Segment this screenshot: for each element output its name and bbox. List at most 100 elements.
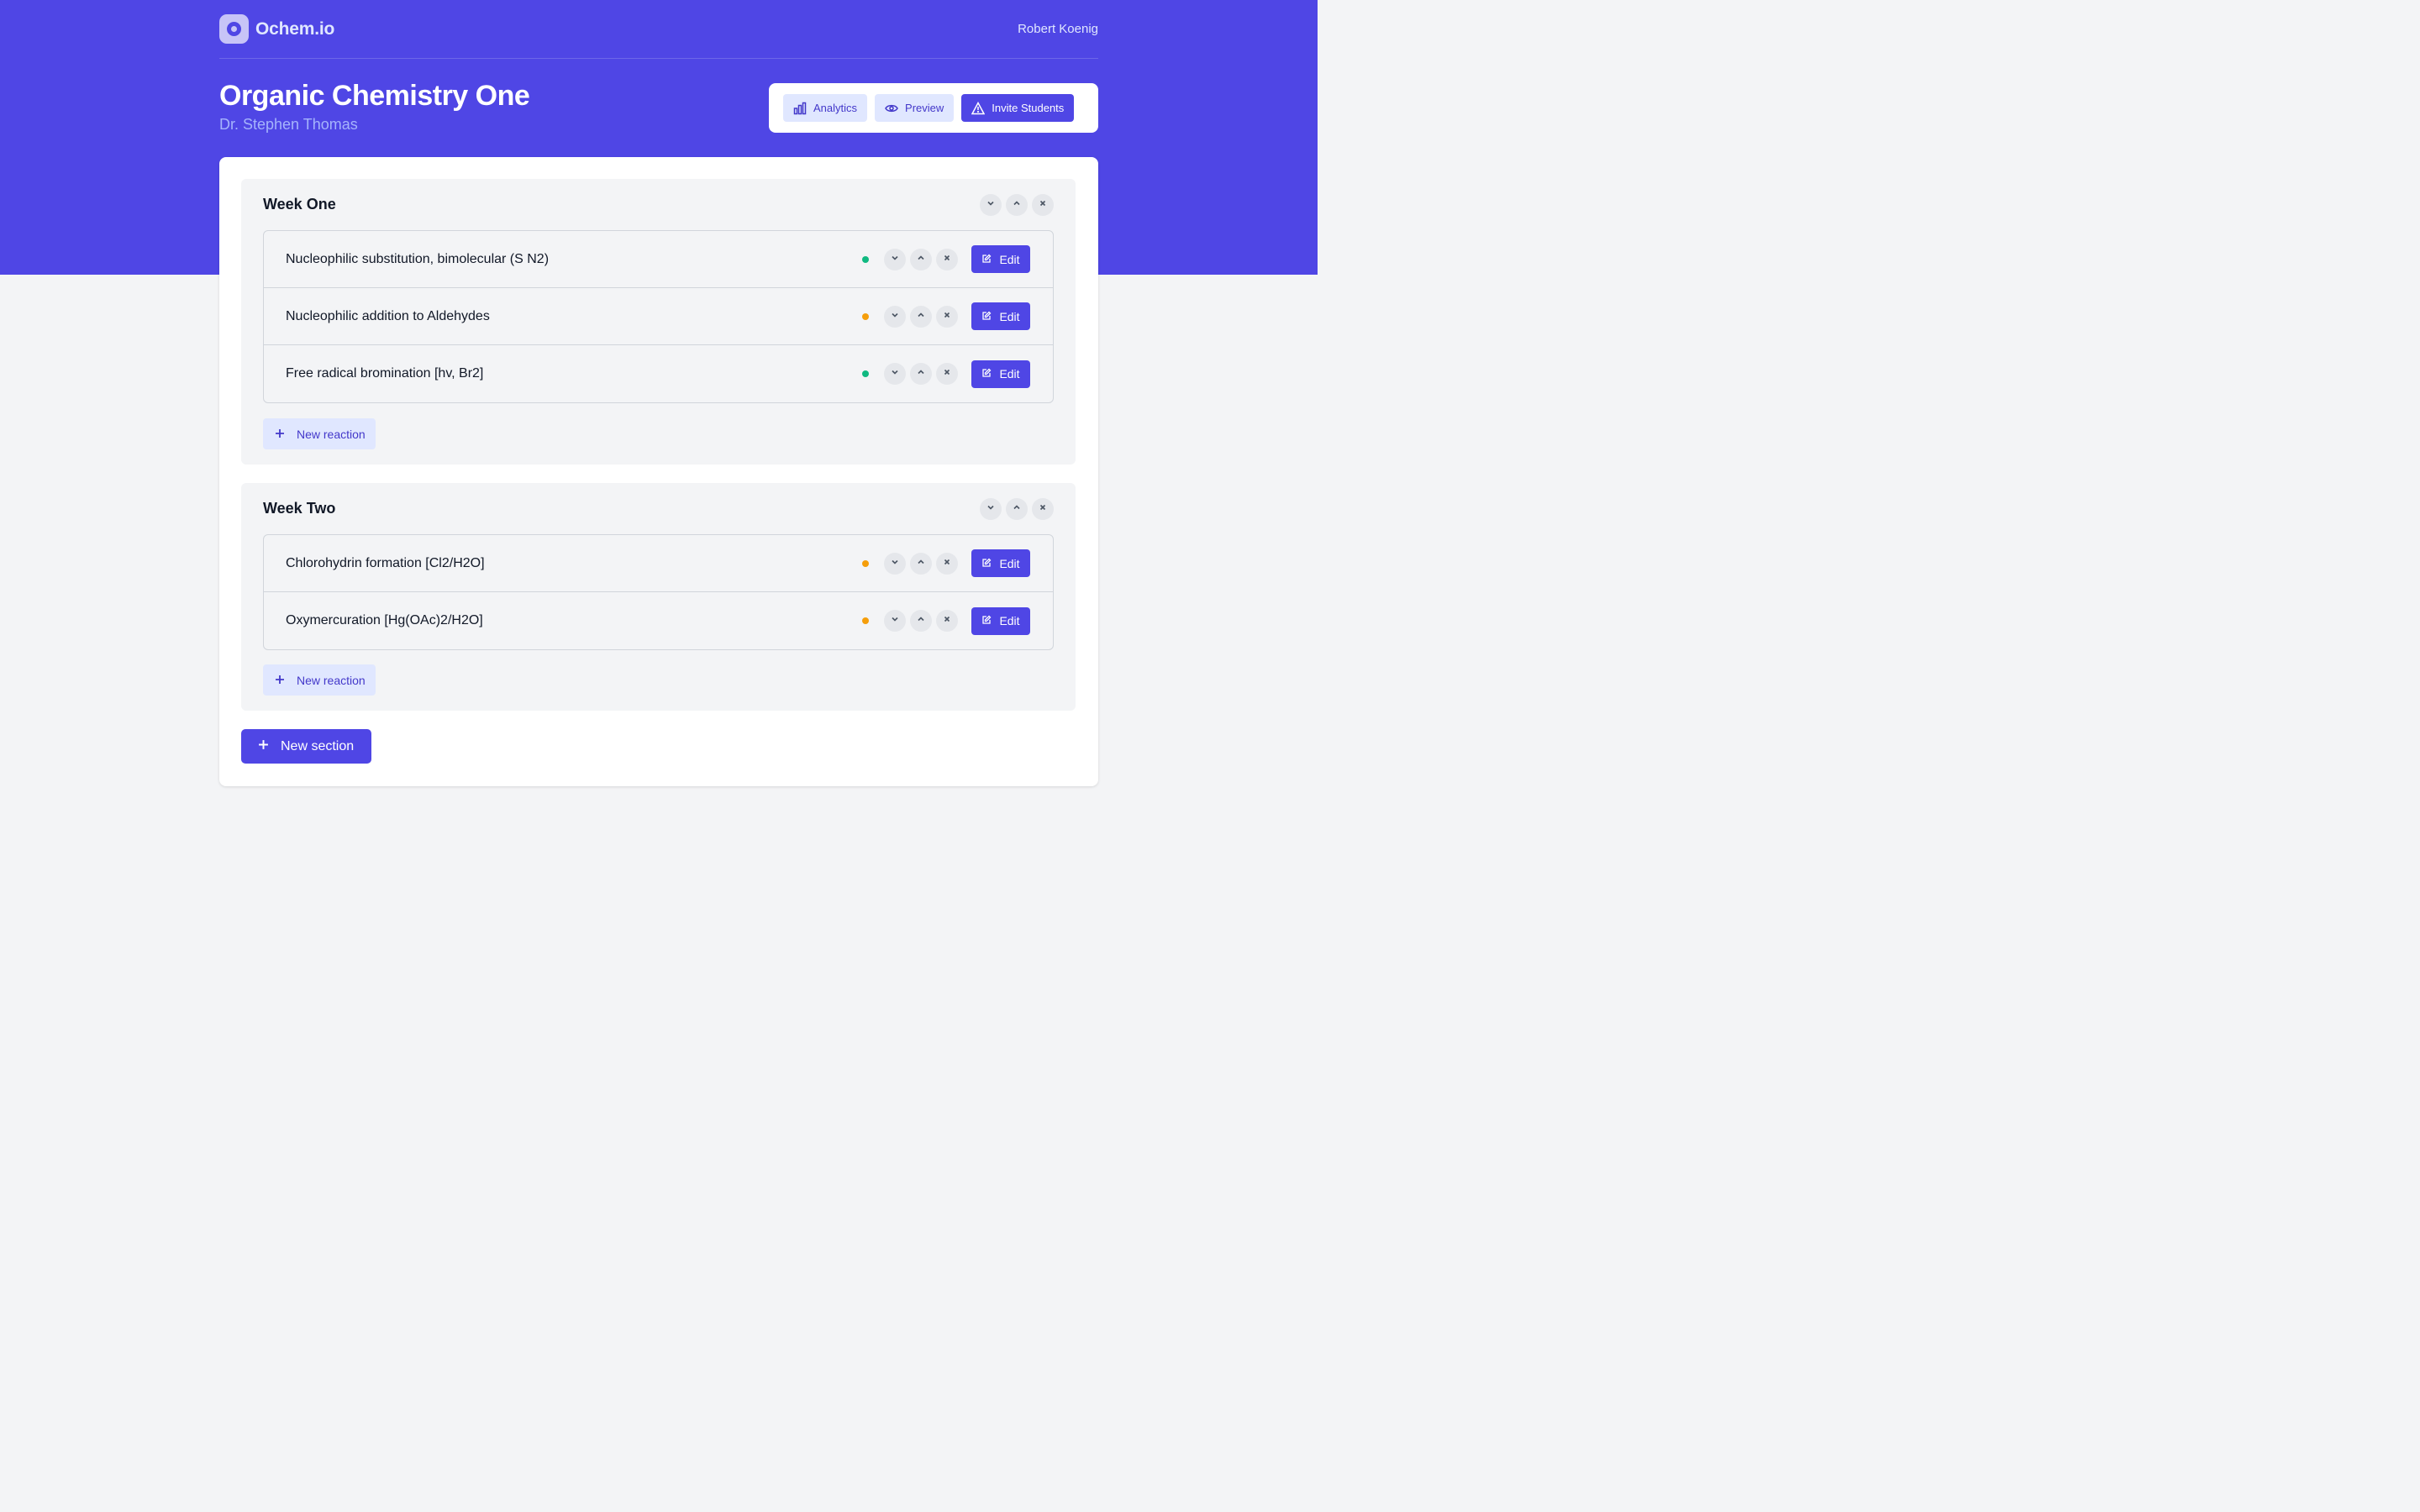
chevron-up-icon xyxy=(916,556,926,571)
close-icon xyxy=(942,556,952,571)
reaction-list: Nucleophilic substitution, bimolecular (… xyxy=(263,230,1054,403)
pencil-square-icon xyxy=(981,614,992,627)
edit-label: Edit xyxy=(999,556,1020,570)
plus-icon xyxy=(258,739,269,754)
edit-reaction-button[interactable]: Edit xyxy=(971,245,1030,273)
remove-section-button[interactable] xyxy=(1032,194,1054,216)
chevron-up-icon xyxy=(916,309,926,324)
reaction-name: Free radical bromination [hv, Br2] xyxy=(286,366,484,381)
chevron-down-icon xyxy=(986,501,996,517)
chevron-down-icon xyxy=(890,613,900,628)
reaction-row: Oxymercuration [Hg(OAc)2/H2O] Edit xyxy=(264,592,1053,649)
analytics-label: Analytics xyxy=(813,102,858,114)
edit-label: Edit xyxy=(999,309,1020,323)
new-section-button[interactable]: New section xyxy=(241,729,371,764)
move-section-up-button[interactable] xyxy=(1006,194,1028,216)
triangle-icon xyxy=(971,101,986,115)
close-icon xyxy=(1038,197,1048,213)
course-actions: Analytics Preview Invite Students xyxy=(769,83,1098,133)
remove-reaction-button[interactable] xyxy=(936,248,958,270)
remove-section-button[interactable] xyxy=(1032,498,1054,520)
reaction-name: Oxymercuration [Hg(OAc)2/H2O] xyxy=(286,613,483,627)
pencil-square-icon xyxy=(981,557,992,570)
logo-icon xyxy=(219,14,249,44)
chevron-up-icon xyxy=(1012,197,1022,213)
brand-name: Ochem.io xyxy=(255,18,335,39)
move-reaction-down-button[interactable] xyxy=(884,610,906,632)
move-section-down-button[interactable] xyxy=(980,498,1002,520)
new-reaction-label: New reaction xyxy=(297,427,366,441)
move-reaction-down-button[interactable] xyxy=(884,363,906,385)
status-dot xyxy=(862,370,869,377)
status-dot xyxy=(862,312,869,320)
new-reaction-button[interactable]: New reaction xyxy=(263,664,376,696)
edit-reaction-button[interactable]: Edit xyxy=(971,606,1030,635)
remove-reaction-button[interactable] xyxy=(936,363,958,385)
course-content-card: Week One Nucleophilic substitution, bimo… xyxy=(219,157,1098,786)
move-section-down-button[interactable] xyxy=(980,194,1002,216)
move-reaction-down-button[interactable] xyxy=(884,552,906,575)
reaction-row: Chlorohydrin formation [Cl2/H2O] Edit xyxy=(264,535,1053,592)
close-icon xyxy=(1038,501,1048,517)
chevron-down-icon xyxy=(890,252,900,267)
analytics-button[interactable]: Analytics xyxy=(783,94,868,122)
remove-reaction-button[interactable] xyxy=(936,610,958,632)
move-reaction-up-button[interactable] xyxy=(910,552,932,575)
remove-reaction-button[interactable] xyxy=(936,305,958,328)
edit-label: Edit xyxy=(999,367,1020,381)
close-icon xyxy=(942,366,952,381)
reaction-controls xyxy=(884,305,958,328)
reaction-name: Nucleophilic substitution, bimolecular (… xyxy=(286,251,550,266)
chevron-down-icon xyxy=(986,197,996,213)
move-reaction-up-button[interactable] xyxy=(910,610,932,632)
reaction-name: Chlorohydrin formation [Cl2/H2O] xyxy=(286,555,485,570)
new-section-label: New section xyxy=(281,738,355,753)
status-dot xyxy=(862,617,869,624)
chevron-down-icon xyxy=(890,309,900,324)
section-title: Week One xyxy=(263,196,336,213)
edit-reaction-button[interactable]: Edit xyxy=(971,302,1030,330)
close-icon xyxy=(942,309,952,324)
move-reaction-up-button[interactable] xyxy=(910,248,932,270)
reaction-controls xyxy=(884,610,958,632)
edit-reaction-button[interactable]: Edit xyxy=(971,360,1030,388)
move-reaction-up-button[interactable] xyxy=(910,305,932,328)
section-title: Week Two xyxy=(263,500,336,517)
reaction-name: Nucleophilic addition to Aldehydes xyxy=(286,308,490,323)
section-week-one: Week One Nucleophilic substitution, bimo… xyxy=(241,179,1076,465)
reaction-controls xyxy=(884,248,958,270)
chevron-up-icon xyxy=(916,613,926,628)
move-reaction-up-button[interactable] xyxy=(910,363,932,385)
edit-label: Edit xyxy=(999,614,1020,627)
move-section-up-button[interactable] xyxy=(1006,498,1028,520)
status-dot xyxy=(862,559,869,567)
top-navbar: Ochem.io Robert Koenig xyxy=(219,0,1098,59)
reaction-controls xyxy=(884,363,958,385)
section-week-two: Week Two Chlorohydrin formation [Cl2/H2O… xyxy=(241,483,1076,711)
reaction-row: Nucleophilic substitution, bimolecular (… xyxy=(264,231,1053,288)
eye-icon xyxy=(885,102,898,115)
new-reaction-button[interactable]: New reaction xyxy=(263,418,376,449)
bar-chart-icon xyxy=(793,102,807,115)
reaction-controls xyxy=(884,552,958,575)
pencil-square-icon xyxy=(981,367,992,381)
remove-reaction-button[interactable] xyxy=(936,552,958,575)
edit-label: Edit xyxy=(999,252,1020,266)
move-reaction-down-button[interactable] xyxy=(884,305,906,328)
section-controls xyxy=(980,194,1054,216)
user-name[interactable]: Robert Koenig xyxy=(1018,22,1098,36)
invite-students-button[interactable]: Invite Students xyxy=(961,94,1075,122)
move-reaction-down-button[interactable] xyxy=(884,248,906,270)
pencil-square-icon xyxy=(981,253,992,266)
chevron-down-icon xyxy=(890,366,900,381)
instructor-name: Dr. Stephen Thomas xyxy=(219,116,358,133)
page-title: Organic Chemistry One xyxy=(219,80,530,112)
new-reaction-label: New reaction xyxy=(297,673,366,687)
brand[interactable]: Ochem.io xyxy=(219,14,334,44)
pencil-square-icon xyxy=(981,310,992,323)
chevron-up-icon xyxy=(1012,501,1022,517)
close-icon xyxy=(942,613,952,628)
preview-button[interactable]: Preview xyxy=(875,94,955,122)
reaction-row: Nucleophilic addition to Aldehydes Edit xyxy=(264,288,1053,345)
edit-reaction-button[interactable]: Edit xyxy=(971,549,1030,577)
